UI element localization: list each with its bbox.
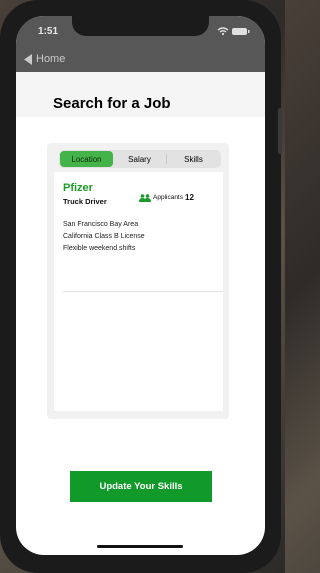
segment-salary-label: Salary bbox=[128, 154, 151, 164]
segment-location[interactable]: Location bbox=[60, 151, 113, 167]
job-detail-line: California Class B License bbox=[63, 233, 145, 240]
filter-segmented-control: Location Salary Skills bbox=[59, 150, 221, 168]
segment-skills[interactable]: Skills bbox=[167, 151, 220, 167]
status-time: 1:51 bbox=[38, 26, 59, 37]
card-divider bbox=[63, 291, 223, 292]
home-indicator bbox=[97, 545, 183, 548]
applicants-label: Applicants bbox=[153, 194, 183, 201]
segment-skills-label: Skills bbox=[184, 154, 203, 164]
status-icons bbox=[215, 24, 251, 36]
back-button[interactable]: Home bbox=[24, 52, 65, 66]
back-label: Home bbox=[36, 53, 66, 65]
battery-icon bbox=[232, 28, 250, 35]
job-search-panel: Location Salary Skills Pfizer Truck Driv… bbox=[47, 143, 229, 419]
segment-salary[interactable]: Salary bbox=[113, 151, 166, 167]
segment-location-label: Location bbox=[71, 154, 102, 164]
job-role: Truck Driver bbox=[63, 197, 107, 206]
applicants-count: 12 bbox=[185, 193, 194, 202]
job-details: San Francisco Bay Area California Class … bbox=[63, 219, 145, 255]
people-icon bbox=[139, 193, 151, 202]
applicants-badge: Applicants 12 bbox=[139, 193, 194, 202]
update-skills-button[interactable]: Update Your Skills bbox=[70, 471, 212, 502]
side-button bbox=[278, 108, 282, 154]
device-frame: 1:51 Home Search for a Job Location Sala… bbox=[0, 0, 282, 573]
notch bbox=[72, 16, 209, 36]
back-chevron-icon bbox=[24, 53, 32, 65]
job-card[interactable]: Pfizer Truck Driver Applicants 12 San Fr… bbox=[54, 172, 223, 411]
company-name: Pfizer bbox=[63, 182, 93, 194]
wifi-icon bbox=[217, 27, 229, 36]
job-detail-line: San Francisco Bay Area bbox=[63, 221, 139, 228]
job-detail-line: Flexible weekend shifts bbox=[63, 245, 136, 252]
screen: 1:51 Home Search for a Job Location Sala… bbox=[16, 16, 265, 555]
page-title: Search for a Job bbox=[53, 95, 171, 112]
